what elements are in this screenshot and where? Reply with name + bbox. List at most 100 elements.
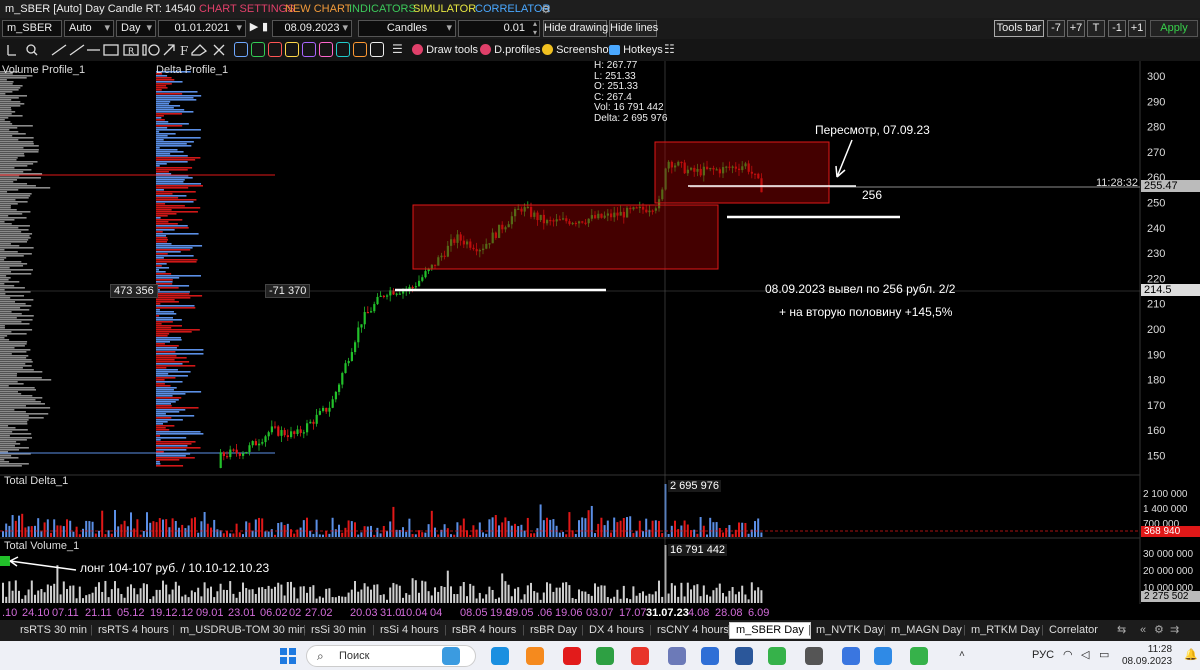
tab-rsrts-4-hours[interactable]: rsRTS 4 hours bbox=[98, 622, 169, 639]
draw-tools-button[interactable]: Draw tools bbox=[412, 42, 478, 58]
chart-type-select[interactable]: Candles ▾ bbox=[358, 20, 456, 37]
scroll-left-icon[interactable]: « bbox=[1140, 622, 1146, 639]
chrome-icon[interactable] bbox=[596, 647, 614, 665]
fibo-icon[interactable]: F bbox=[180, 44, 188, 58]
color-swatch[interactable] bbox=[251, 42, 265, 57]
long-annotation[interactable]: лонг 104-107 руб. / 10.10-12.10.23 bbox=[80, 561, 269, 575]
tab-dx-4-hours[interactable]: DX 4 hours bbox=[589, 622, 644, 639]
color-swatch[interactable] bbox=[353, 42, 367, 57]
plus1-button[interactable]: +1 bbox=[1128, 20, 1146, 37]
opera-icon[interactable] bbox=[563, 647, 581, 665]
tab-m-nvtk-day[interactable]: m_NVTK Day bbox=[816, 622, 883, 639]
rect-icon[interactable] bbox=[103, 44, 119, 56]
line-icon[interactable] bbox=[51, 44, 67, 56]
app-icon[interactable] bbox=[842, 647, 860, 665]
consolidation-zone[interactable] bbox=[412, 204, 719, 270]
timeframe-select[interactable]: Day ▾ bbox=[116, 20, 156, 37]
gear-icon[interactable]: ⚙ bbox=[541, 3, 551, 16]
color-swatch[interactable] bbox=[268, 42, 282, 57]
app-icon[interactable] bbox=[910, 647, 928, 665]
app-icon[interactable] bbox=[768, 647, 786, 665]
ruler-icon[interactable] bbox=[7, 45, 16, 56]
edge-icon[interactable] bbox=[491, 647, 509, 665]
menu-chart-settings[interactable]: CHART SETTINGS bbox=[199, 3, 295, 15]
windows-start-icon[interactable] bbox=[280, 648, 296, 664]
settings-sliders-icon[interactable]: ☰ bbox=[392, 42, 406, 58]
list-icon[interactable]: ☷ bbox=[664, 42, 678, 58]
spinner-icon[interactable]: ▴ ▾ bbox=[533, 21, 537, 36]
tray-chevron-icon[interactable]: ˄ bbox=[959, 649, 965, 660]
language-indicator[interactable]: РУС bbox=[1032, 649, 1054, 661]
tabs-move-icon[interactable]: ⇆ bbox=[1117, 622, 1126, 639]
review-zone[interactable] bbox=[654, 141, 830, 204]
exit-annotation[interactable]: 08.09.2023 вывел по 256 рубл. 2/2 bbox=[765, 282, 955, 296]
color-swatch[interactable] bbox=[370, 42, 384, 57]
plus7-button[interactable]: +7 bbox=[1067, 20, 1085, 37]
firefox-icon[interactable] bbox=[526, 647, 544, 665]
hide-drawing-button[interactable]: Hide drawing bbox=[543, 20, 608, 37]
clear-icon[interactable] bbox=[213, 44, 225, 56]
tab-m-sber-day[interactable]: m_SBER Day bbox=[729, 622, 811, 639]
minus1-button[interactable]: -1 bbox=[1108, 20, 1126, 37]
profiles-button[interactable]: D.profiles bbox=[480, 42, 541, 58]
profit-annotation[interactable]: + на вторую половину +145,5% bbox=[779, 305, 952, 319]
date-to-field[interactable]: 08.09.2023 ▾ bbox=[272, 20, 352, 37]
text-tool-icon[interactable] bbox=[142, 44, 147, 56]
tab-correlator[interactable]: Correlator bbox=[1049, 622, 1098, 639]
tab-settings-icon[interactable]: ⚙ bbox=[1154, 622, 1164, 639]
mode-select[interactable]: Auto ▾ bbox=[64, 20, 114, 37]
screenshot-button[interactable]: Screenshot bbox=[542, 42, 612, 58]
color-swatch[interactable] bbox=[336, 42, 350, 57]
menu-indicators[interactable]: INDICATORS bbox=[349, 3, 416, 15]
app-icon[interactable] bbox=[442, 647, 460, 665]
speaker-icon[interactable]: ◁ bbox=[1081, 648, 1089, 661]
mail-icon[interactable] bbox=[701, 647, 719, 665]
chart-area[interactable]: 300 290 280 270 260 250 240 230 220 210 200 190 180 1… bbox=[0, 60, 1200, 604]
symbol-field[interactable]: m_SBER bbox=[2, 20, 62, 37]
t-button[interactable]: T bbox=[1087, 20, 1105, 37]
app-icon[interactable] bbox=[668, 647, 686, 665]
scroll-right-icon[interactable]: ⇉ bbox=[1170, 622, 1179, 639]
circle-icon[interactable] bbox=[148, 44, 160, 56]
play-icon[interactable]: ▶ bbox=[248, 20, 260, 37]
hotkeys-button[interactable]: Hotkeys bbox=[609, 42, 663, 58]
tab-rsbr-4-hours[interactable]: rsBR 4 hours bbox=[452, 622, 516, 639]
eraser-icon[interactable] bbox=[191, 44, 208, 56]
tab-rscny-4-hours[interactable]: rsCNY 4 hours bbox=[657, 622, 729, 639]
app-icon[interactable] bbox=[805, 647, 823, 665]
tab-rssi-30-min[interactable]: rsSi 30 min bbox=[311, 622, 366, 639]
app-icon[interactable] bbox=[874, 647, 892, 665]
color-swatch[interactable] bbox=[285, 42, 299, 57]
date-from-field[interactable]: 01.01.2021 ▾ bbox=[158, 20, 246, 37]
notifications-icon[interactable]: 🔔 bbox=[1184, 648, 1198, 661]
price-chart[interactable]: 3002902802702602502402302202102001901801… bbox=[0, 61, 1200, 604]
step-input[interactable]: 0.01 ▴ ▾ bbox=[458, 20, 540, 37]
review-annotation[interactable]: Пересмотр, 07.09.23 bbox=[815, 123, 930, 137]
menu-new-chart[interactable]: NEW CHART bbox=[285, 3, 351, 15]
word-icon[interactable] bbox=[735, 647, 753, 665]
minus7-button[interactable]: -7 bbox=[1047, 20, 1065, 37]
clock[interactable]: 11:28 08.09.2023 bbox=[1122, 644, 1172, 668]
tab-rsrts-30-min[interactable]: rsRTS 30 min bbox=[20, 622, 87, 639]
tab-m-usdrub-tom-30-min[interactable]: m_USDRUB-TOM 30 min bbox=[180, 622, 306, 639]
tools-bar-button[interactable]: Tools bar bbox=[994, 20, 1044, 37]
battery-icon[interactable]: ▭ bbox=[1099, 648, 1109, 661]
color-swatch[interactable] bbox=[302, 42, 316, 57]
tab-m-magn-day[interactable]: m_MAGN Day bbox=[891, 622, 962, 639]
arrow-icon[interactable] bbox=[163, 44, 175, 56]
zoom-icon[interactable] bbox=[26, 44, 38, 56]
color-swatch[interactable] bbox=[319, 42, 333, 57]
label-icon[interactable]: R bbox=[123, 44, 139, 57]
ray-icon[interactable] bbox=[69, 44, 85, 56]
tab-rssi-4-hours[interactable]: rsSi 4 hours bbox=[380, 622, 439, 639]
tab-m-rtkm-day[interactable]: m_RTKM Day bbox=[971, 622, 1040, 639]
yandex-icon[interactable] bbox=[631, 647, 649, 665]
menu-simulator[interactable]: SIMULATOR bbox=[413, 3, 476, 15]
step-icon[interactable]: ▮ bbox=[260, 20, 270, 37]
tab-rsbr-day[interactable]: rsBR Day bbox=[530, 622, 577, 639]
menu-correlator[interactable]: CORRELATOR bbox=[475, 3, 550, 15]
apply-button[interactable]: Apply bbox=[1150, 20, 1198, 37]
level-annotation[interactable]: 256 bbox=[862, 188, 882, 202]
wifi-icon[interactable]: ◠ bbox=[1063, 648, 1073, 661]
color-swatch[interactable] bbox=[234, 42, 248, 57]
